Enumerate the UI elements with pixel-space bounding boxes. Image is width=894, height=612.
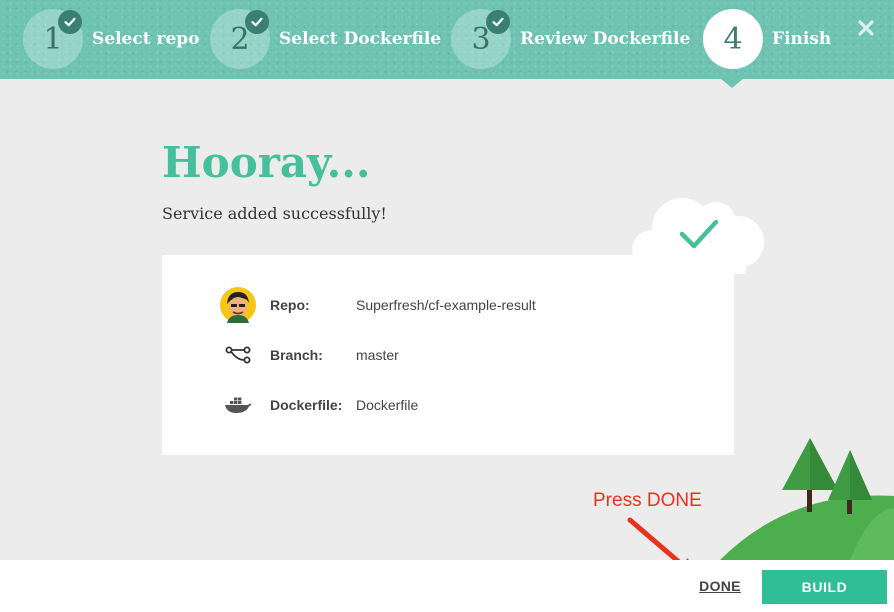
step-3[interactable]: 3 Review Dockerfile (451, 9, 690, 69)
docker-icon (218, 385, 258, 425)
step-4-number: 4 (723, 21, 743, 57)
branch-icon (218, 335, 258, 375)
success-message: Service added successfully! (162, 204, 387, 223)
branch-value: master (356, 347, 399, 363)
step-2-label: Select Dockerfile (279, 29, 442, 49)
check-icon (245, 10, 269, 34)
press-done-annotation: Press DONE (593, 490, 702, 511)
page-title: Hooray... (162, 138, 371, 187)
summary-card: Repo: Superfresh/cf-example-result Branc… (162, 255, 734, 455)
summary-row-repo: Repo: Superfresh/cf-example-result (218, 285, 536, 325)
avatar (218, 285, 258, 325)
step-1-label: Select repo (92, 29, 200, 49)
check-icon (58, 10, 82, 34)
step-3-circle: 3 (451, 9, 511, 69)
dockerfile-label: Dockerfile: (270, 397, 343, 413)
wizard-header: 1 Select repo 2 Select Dockerfile 3 Revi… (0, 0, 894, 79)
step-1-circle: 1 (23, 9, 83, 69)
wizard-footer (0, 560, 894, 612)
close-icon (857, 19, 875, 42)
step-4-label: Finish (772, 29, 832, 49)
summary-row-branch: Branch: master (218, 335, 399, 375)
hill-trees-illustration (720, 438, 894, 560)
repo-label: Repo: (270, 297, 310, 313)
build-button[interactable]: BUILD (762, 570, 887, 604)
summary-row-dockerfile: Dockerfile: Dockerfile (218, 385, 418, 425)
step-4-circle: 4 (703, 9, 763, 69)
step-2-circle: 2 (210, 9, 270, 69)
close-button[interactable] (854, 18, 878, 42)
dockerfile-value: Dockerfile (356, 397, 419, 413)
branch-label: Branch: (270, 347, 323, 363)
step-1[interactable]: 1 Select repo (23, 9, 200, 69)
step-2[interactable]: 2 Select Dockerfile (210, 9, 441, 69)
step-4[interactable]: 4 Finish (703, 9, 831, 69)
step-3-label: Review Dockerfile (520, 29, 691, 49)
repo-value: Superfresh/cf-example-result (356, 297, 536, 313)
done-button[interactable]: DONE (690, 578, 750, 596)
check-icon (486, 10, 510, 34)
active-step-caret (720, 78, 744, 88)
